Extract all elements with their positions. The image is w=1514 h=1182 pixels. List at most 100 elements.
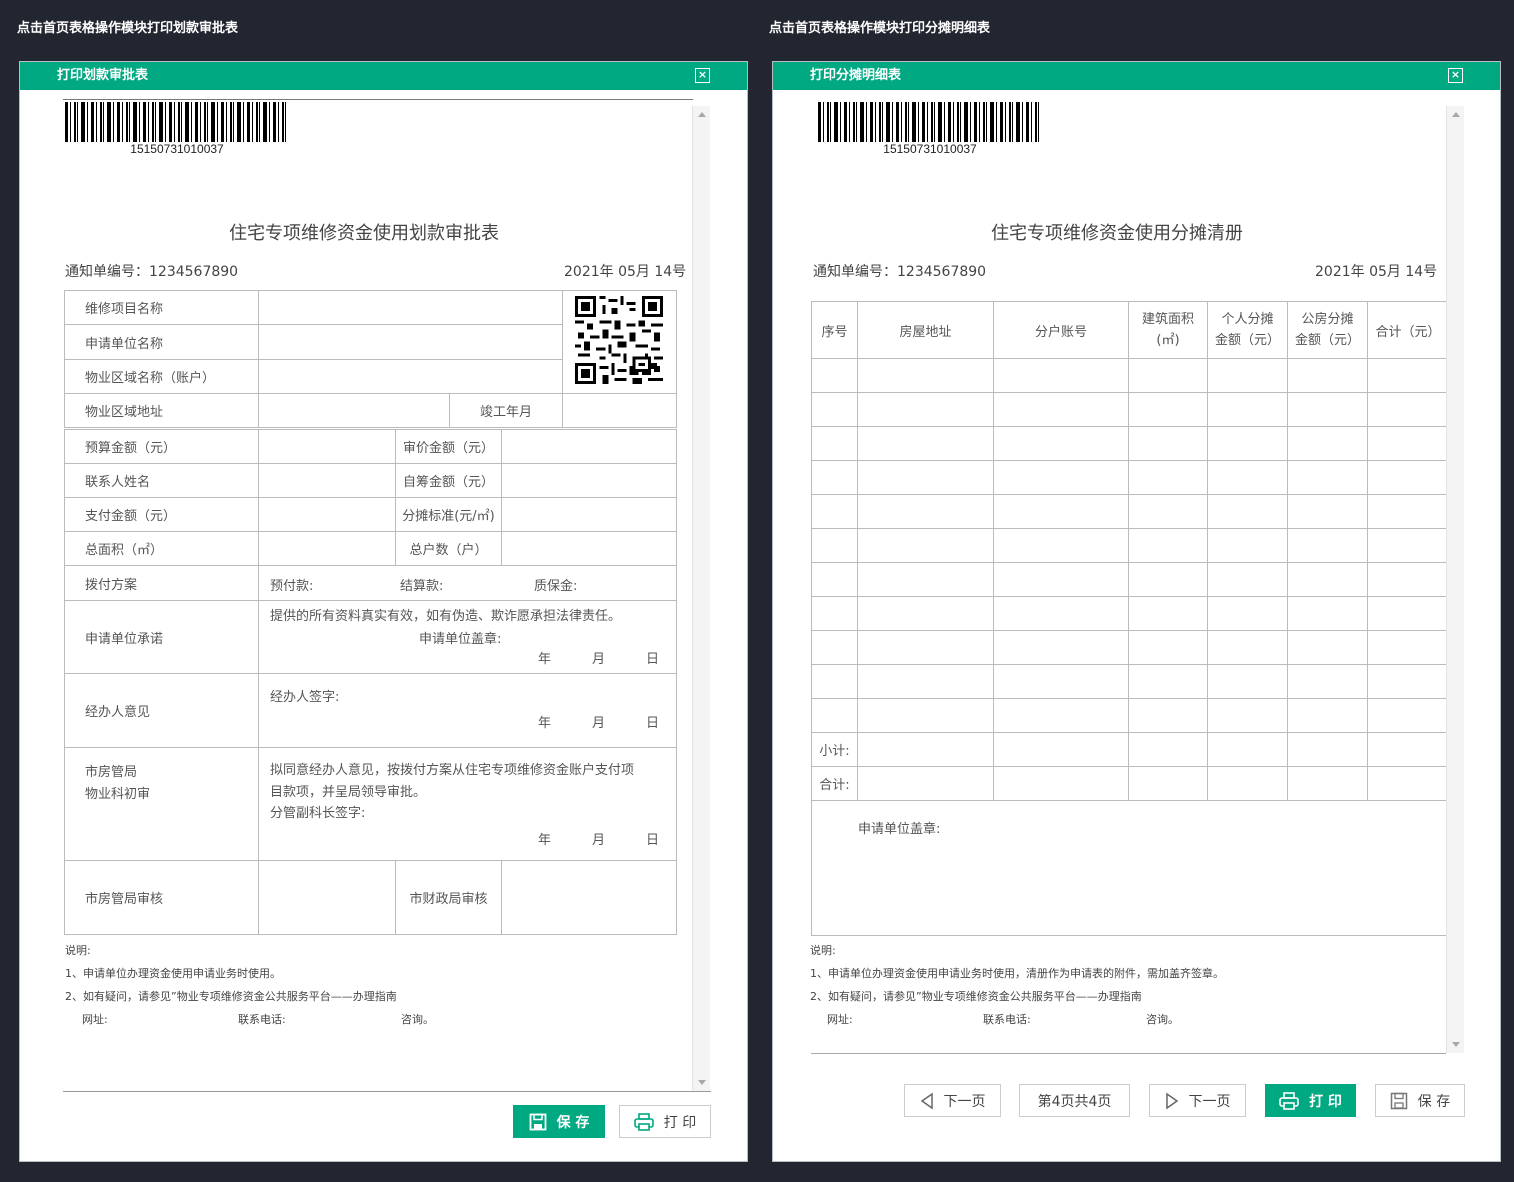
- year-label: 年: [538, 716, 552, 731]
- col-account: 分户账号: [993, 301, 1129, 359]
- close-icon[interactable]: ×: [695, 68, 710, 83]
- allocation-table: 序号 房屋地址 分户账号 建筑面积 (㎡) 个人分摊 金额（元） 公房分摊 金额（元）…: [811, 301, 1449, 936]
- printer-icon: [1279, 1091, 1299, 1110]
- year-label: 年: [538, 652, 552, 667]
- day-label: 日: [646, 652, 660, 667]
- month-label: 月: [592, 716, 606, 731]
- day-label: 日: [646, 716, 660, 731]
- label-finance-review: 市财政局审核: [395, 860, 502, 935]
- seal-row: 申请单位盖章:: [811, 800, 1449, 936]
- printer-icon: [633, 1112, 654, 1131]
- barcode: [65, 102, 289, 142]
- barcode: [818, 102, 1042, 142]
- print-button[interactable]: 打 印: [619, 1105, 711, 1138]
- print-button[interactable]: 打 印: [1265, 1084, 1356, 1117]
- scroll-up-icon[interactable]: [698, 112, 706, 117]
- save-button[interactable]: 保 存: [513, 1105, 605, 1138]
- save-label: 保 存: [1417, 1093, 1451, 1110]
- close-icon[interactable]: ×: [1448, 68, 1463, 83]
- handler-cell: 经办人签字: 年 月 日: [258, 673, 677, 748]
- label-self-raised: 自筹金额（元）: [395, 463, 502, 498]
- barcode-number: 15150731010037: [883, 142, 977, 156]
- note-line-1: 1、申请单位办理资金使用申请业务时使用。: [65, 967, 281, 980]
- label-applicant-name: 申请单位名称: [64, 324, 259, 360]
- label-audit-amount: 审价金额（元）: [395, 429, 502, 464]
- bureau-sign: 分管副科长签字:: [270, 806, 366, 821]
- label-pay-amount: 支付金额（元）: [64, 497, 259, 532]
- col-index: 序号: [811, 301, 858, 359]
- table-row: [811, 358, 1449, 393]
- label-allocation: 拨付方案: [64, 565, 259, 601]
- note-website: 网址:: [82, 1013, 108, 1026]
- label-promise: 申请单位承诺: [64, 600, 259, 674]
- note-phone: 联系电话:: [238, 1013, 286, 1026]
- col-personal: 个人分摊 金额（元）: [1207, 301, 1288, 359]
- print-label: 打 印: [1309, 1093, 1342, 1110]
- note-phone: 联系电话:: [983, 1013, 1031, 1026]
- table-row: [811, 698, 1449, 733]
- scroll-up-icon[interactable]: [1452, 112, 1460, 117]
- total-row: 合计:: [811, 766, 1449, 801]
- col-total: 合计（元）: [1367, 301, 1449, 359]
- scroll-down-icon[interactable]: [698, 1080, 706, 1085]
- save-button[interactable]: 保 存: [1375, 1084, 1465, 1117]
- allocation-print-dialog: 打印分摊明细表 × 15150731010037 住宅专项维修资金使用分摊清册 …: [772, 61, 1501, 1162]
- label-area-address: 物业区域地址: [64, 393, 259, 428]
- note-consult: 咨询。: [1146, 1013, 1179, 1026]
- scrollbar[interactable]: [1446, 106, 1464, 1053]
- form-title: 住宅专项维修资金使用划款审批表: [229, 223, 499, 244]
- dialog-title: 打印分摊明细表: [810, 68, 902, 83]
- notes: 说明: 1、申请单位办理资金使用申请业务时使用。 2、如有疑问，请参见”物业专项…: [65, 939, 434, 1031]
- save-icon: [529, 1113, 546, 1130]
- promise-text: 提供的所有资料真实有效，如有伪造、欺诈愿承担法律责任。: [270, 609, 622, 624]
- month-label: 月: [592, 652, 606, 667]
- day-label: 日: [646, 833, 660, 848]
- table-header-row: 序号 房屋地址 分户账号 建筑面积 (㎡) 个人分摊 金额（元） 公房分摊 金额（元）…: [811, 301, 1449, 359]
- table-row: [811, 392, 1449, 427]
- barcode-number: 15150731010037: [130, 142, 224, 156]
- handler-sign: 经办人签字:: [270, 690, 340, 705]
- col-public-line1: 公房分摊: [1301, 312, 1354, 327]
- bottom-divider: [811, 1053, 1446, 1054]
- form-date: 2021年 05月 14号: [1315, 264, 1438, 280]
- seal-label: 申请单位盖章:: [811, 800, 1449, 936]
- label-project-name: 维修项目名称: [64, 290, 259, 325]
- note-line-2: 2、如有疑问，请参见”物业专项维修资金公共服务平台——办理指南: [65, 990, 397, 1003]
- label-bureau-line1: 市房管局: [85, 765, 138, 780]
- next-page-label: 下一页: [1188, 1093, 1231, 1110]
- top-divider: [63, 99, 693, 100]
- arrow-left-icon: [920, 1092, 933, 1109]
- label-settle: 结算款:: [400, 579, 444, 594]
- prev-page-button[interactable]: 下一页: [904, 1084, 1001, 1117]
- label-handler-opinion: 经办人意见: [64, 673, 259, 748]
- scroll-down-icon[interactable]: [1452, 1042, 1460, 1047]
- table-row: [811, 596, 1449, 631]
- label-households: 总户数（户）: [395, 531, 502, 566]
- note-heading: 说明:: [65, 944, 91, 957]
- save-icon: [1390, 1092, 1408, 1109]
- save-label: 保 存: [556, 1114, 590, 1131]
- table-row: [811, 494, 1449, 529]
- qr-code-icon: [575, 296, 663, 384]
- table-body: [811, 358, 1449, 733]
- col-public: 公房分摊 金额（元）: [1287, 301, 1368, 359]
- bottom-divider: [63, 1091, 711, 1092]
- bureau-cell: 拟同意经办人意见，按拨付方案从住宅专项维修资金账户支付项 目款项，并呈局领导审批…: [258, 747, 677, 861]
- year-label: 年: [538, 833, 552, 848]
- arrow-right-icon: [1165, 1092, 1178, 1109]
- form-title: 住宅专项维修资金使用分摊清册: [991, 223, 1243, 244]
- scrollbar[interactable]: [692, 106, 710, 1091]
- dialog-header: 打印分摊明细表 ×: [773, 62, 1500, 90]
- table-row: [811, 630, 1449, 665]
- col-area-line1: 建筑面积: [1141, 312, 1194, 327]
- label-contact: 联系人姓名: [64, 463, 259, 498]
- project-info-table: 维修项目名称 申请单位名称 物业区域名称（账户） 物业区域地址 竣工年月: [64, 290, 677, 428]
- promise-seal: 申请单位盖章:: [419, 632, 502, 647]
- prev-page-label: 下一页: [943, 1093, 986, 1110]
- label-budget: 预算金额（元）: [64, 429, 259, 464]
- promise-cell: 提供的所有资料真实有效，如有伪造、欺诈愿承担法律责任。 申请单位盖章: 年 月 …: [258, 600, 677, 674]
- col-address: 房屋地址: [857, 301, 994, 359]
- subtotal-label: 小计:: [811, 732, 858, 767]
- next-page-button[interactable]: 下一页: [1149, 1084, 1246, 1117]
- subtotal-row: 小计:: [811, 732, 1449, 767]
